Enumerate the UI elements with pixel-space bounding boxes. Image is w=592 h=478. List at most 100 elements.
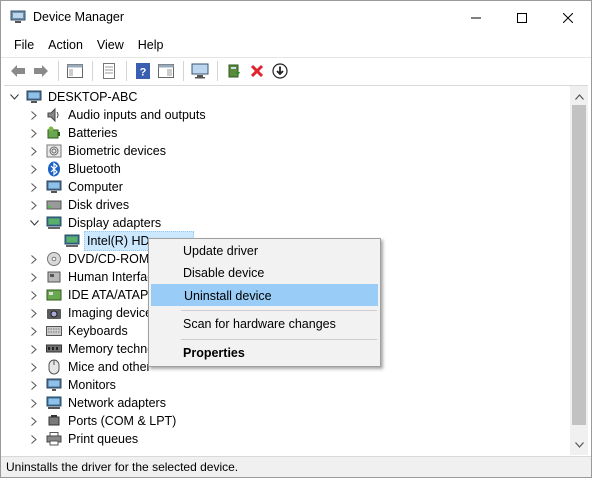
tree-item-keyboards[interactable]: Keyboards xyxy=(28,322,130,340)
collapse-chevron-icon[interactable] xyxy=(28,214,40,232)
tree-item-imaging[interactable]: Imaging device xyxy=(28,304,154,322)
dvd-icon xyxy=(46,251,62,267)
toolbar-separator xyxy=(58,60,59,81)
expand-chevron-icon[interactable] xyxy=(28,124,40,142)
menu-item-properties[interactable]: Properties xyxy=(151,342,378,364)
expand-chevron-icon[interactable] xyxy=(28,412,40,430)
display-adapter-icon xyxy=(46,215,62,231)
menu-file[interactable]: File xyxy=(7,34,41,56)
scroll-down-icon[interactable] xyxy=(570,436,588,453)
expand-chevron-icon[interactable] xyxy=(28,196,40,214)
tree-item-label: Keyboards xyxy=(68,324,128,338)
expand-chevron-icon[interactable] xyxy=(28,304,40,322)
keyboard-icon xyxy=(46,323,62,339)
expand-chevron-icon[interactable] xyxy=(28,142,40,160)
window-title: Device Manager xyxy=(33,10,125,24)
tree-root[interactable]: DESKTOP-ABC xyxy=(8,88,139,106)
menu-separator xyxy=(181,339,377,340)
tree-item-label: Disk drives xyxy=(68,198,130,212)
expand-chevron-icon[interactable] xyxy=(28,178,40,196)
tree-item-label: Memory techno xyxy=(68,342,155,356)
expand-chevron-icon[interactable] xyxy=(28,106,40,124)
expand-chevron-icon[interactable] xyxy=(28,322,40,340)
expand-chevron-icon[interactable] xyxy=(28,250,40,268)
menu-item-update-driver[interactable]: Update driver xyxy=(151,240,378,262)
tree-item-ports[interactable]: Ports (COM & LPT) xyxy=(28,412,178,430)
scrollbar-thumb[interactable] xyxy=(572,105,586,425)
toolbar: ? xyxy=(1,57,591,83)
close-button[interactable] xyxy=(545,1,591,34)
tree-item-audio[interactable]: Audio inputs and outputs xyxy=(28,106,208,124)
battery-icon xyxy=(46,125,62,141)
expand-chevron-icon[interactable] xyxy=(28,286,40,304)
vertical-scrollbar[interactable] xyxy=(570,85,588,455)
tree-item-network[interactable]: Network adapters xyxy=(28,394,168,412)
status-text: Uninstalls the driver for the selected d… xyxy=(6,460,239,474)
uninstall-x-icon[interactable] xyxy=(246,60,268,82)
title-bar: Device Manager xyxy=(1,1,591,34)
computer-icon xyxy=(26,89,42,105)
printer-icon xyxy=(46,431,62,447)
tree-item-computer[interactable]: Computer xyxy=(28,178,125,196)
tree-item-display-adapters[interactable]: Display adapters xyxy=(28,214,163,232)
tree-item-print-queues[interactable]: Print queues xyxy=(28,430,140,448)
tree-item-label: Print queues xyxy=(68,432,139,446)
expand-chevron-icon[interactable] xyxy=(28,430,40,448)
menu-view[interactable]: View xyxy=(90,34,131,56)
tree-item-batteries[interactable]: Batteries xyxy=(28,124,119,142)
tree-item-bluetooth[interactable]: Bluetooth xyxy=(28,160,123,178)
fingerprint-icon xyxy=(46,143,62,159)
scan-monitor-icon[interactable] xyxy=(189,60,211,82)
back-arrow-icon[interactable] xyxy=(7,60,29,82)
tree-item-label: Batteries xyxy=(68,126,118,140)
tree-item-label: Biometric devices xyxy=(68,144,166,158)
menu-item-scan-hardware[interactable]: Scan for hardware changes xyxy=(151,313,378,335)
tree-item-dvd[interactable]: DVD/CD-ROM xyxy=(28,250,151,268)
scroll-up-icon[interactable] xyxy=(570,88,588,105)
minimize-button[interactable] xyxy=(453,1,499,34)
memory-icon xyxy=(46,341,62,357)
menu-item-uninstall-device[interactable]: Uninstall device xyxy=(151,284,378,306)
tree-item-biometric[interactable]: Biometric devices xyxy=(28,142,168,160)
expand-chevron-icon[interactable] xyxy=(28,394,40,412)
properties-icon[interactable] xyxy=(98,60,120,82)
help-icon[interactable]: ? xyxy=(132,60,154,82)
menu-help[interactable]: Help xyxy=(131,34,171,56)
menu-action[interactable]: Action xyxy=(41,34,90,56)
tree-root-label: DESKTOP-ABC xyxy=(48,90,138,104)
tree-item-label: DVD/CD-ROM xyxy=(68,252,150,266)
tree-item-ide[interactable]: IDE ATA/ATAPI xyxy=(28,286,154,304)
maximize-button[interactable] xyxy=(499,1,545,34)
hid-icon xyxy=(46,269,62,285)
update-driver-icon[interactable] xyxy=(223,60,245,82)
show-hide-console-tree-icon[interactable] xyxy=(64,60,86,82)
toolbar-separator xyxy=(126,60,127,81)
download-driver-icon[interactable] xyxy=(269,60,291,82)
menu-item-disable-device[interactable]: Disable device xyxy=(151,262,378,284)
expand-chevron-icon[interactable] xyxy=(28,358,40,376)
tree-item-monitors[interactable]: Monitors xyxy=(28,376,118,394)
tree-item-label: Monitors xyxy=(68,378,116,392)
toolbar-separator xyxy=(217,60,218,81)
tree-item-mice[interactable]: Mice and other xyxy=(28,358,153,376)
tree-item-label: Network adapters xyxy=(68,396,166,410)
tree-item-label: Human Interfac xyxy=(68,270,154,284)
tree-item-label: Computer xyxy=(68,180,123,194)
expand-chevron-icon[interactable] xyxy=(28,376,40,394)
expand-chevron-icon[interactable] xyxy=(28,160,40,178)
action-pane-icon[interactable] xyxy=(155,60,177,82)
camera-icon xyxy=(46,305,62,321)
expand-chevron-icon[interactable] xyxy=(28,340,40,358)
tree-item-memory[interactable]: Memory techno xyxy=(28,340,156,358)
ide-icon xyxy=(46,287,62,303)
menu-bar: File Action View Help xyxy=(1,34,591,56)
svg-text:?: ? xyxy=(140,66,147,78)
collapse-chevron-icon[interactable] xyxy=(8,88,20,106)
expand-chevron-icon[interactable] xyxy=(28,268,40,286)
tree-item-hid[interactable]: Human Interfac xyxy=(28,268,155,286)
forward-arrow-icon[interactable] xyxy=(30,60,52,82)
network-icon xyxy=(46,395,62,411)
display-adapter-icon xyxy=(64,233,80,249)
tree-item-disk-drives[interactable]: Disk drives xyxy=(28,196,131,214)
